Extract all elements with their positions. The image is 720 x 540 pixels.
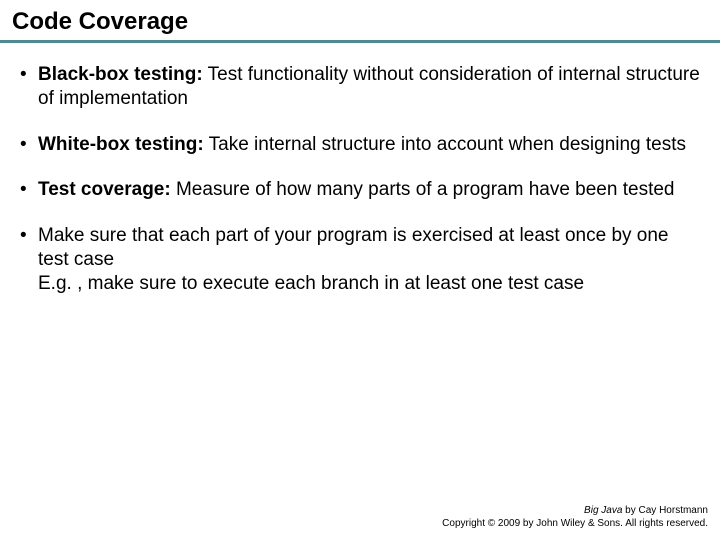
bullet-text: Make sure that each part of your program… [38, 224, 700, 295]
footer-author: by Cay Horstmann [622, 505, 708, 516]
description: Take internal structure into account whe… [204, 134, 686, 155]
bullet-text: Black-box testing: Test functionality wi… [38, 63, 700, 111]
term: Black-box testing: [38, 64, 203, 85]
footer-copyright: Copyright © 2009 by John Wiley & Sons. A… [442, 517, 708, 530]
slide-title: Code Coverage [0, 0, 720, 43]
bullet-item: • White-box testing: Take internal struc… [20, 133, 700, 157]
description-extra: E.g. , make sure to execute each branch … [38, 273, 584, 294]
content-area: • Black-box testing: Test functionality … [0, 63, 720, 295]
description: Measure of how many parts of a program h… [171, 179, 675, 200]
bullet-marker: • [20, 63, 38, 87]
bullet-marker: • [20, 133, 38, 157]
bullet-text: Test coverage: Measure of how many parts… [38, 178, 700, 202]
bullet-text: White-box testing: Take internal structu… [38, 133, 700, 157]
bullet-item: • Test coverage: Measure of how many par… [20, 178, 700, 202]
term: Test coverage: [38, 179, 171, 200]
bullet-marker: • [20, 224, 38, 248]
bullet-marker: • [20, 178, 38, 202]
bullet-item: • Black-box testing: Test functionality … [20, 63, 700, 111]
description: Make sure that each part of your program… [38, 225, 669, 270]
book-title: Big Java [584, 505, 622, 516]
bullet-item: • Make sure that each part of your progr… [20, 224, 700, 295]
footer-line-1: Big Java by Cay Horstmann [442, 504, 708, 517]
term: White-box testing: [38, 134, 204, 155]
footer: Big Java by Cay Horstmann Copyright © 20… [442, 504, 708, 530]
